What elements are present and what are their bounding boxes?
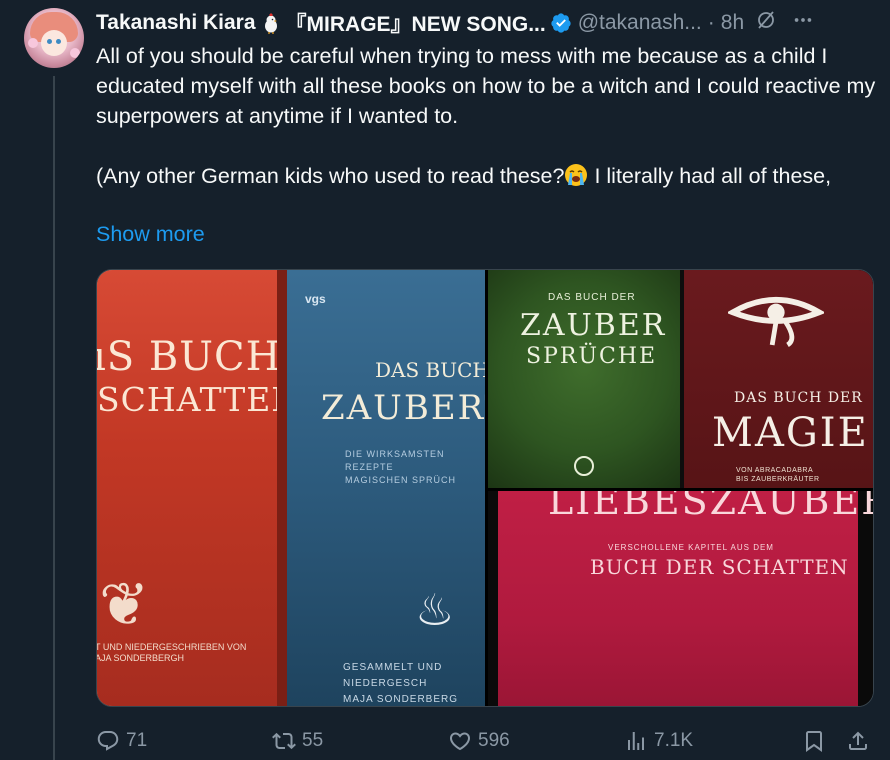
tweet-text-part: I literally had all of these, <box>588 164 832 188</box>
book-credit: T UND NIEDERGESCHRIEBEN VON AJA SONDERBE… <box>97 642 247 663</box>
book-small-title: DAS BUCH DER <box>548 292 636 303</box>
book-subtitle: VERSCHOLLENE KAPITEL AUS DEM <box>608 543 774 552</box>
media-grid[interactable]: ıS BUCH SCHATTEN ❦ T UND NIEDERGESCHRIEB… <box>96 269 874 707</box>
ornament-icon: ❦ <box>99 571 150 638</box>
book-cover-pink: LIEBESZAUBER VERSCHOLLENE KAPITEL AUS DE… <box>498 491 873 706</box>
tweet-text: All of you should be careful when trying… <box>96 41 876 191</box>
reply-icon <box>97 731 119 751</box>
book-subtitle: DIE WIRKSAMSTEN REZEPTE MAGISCHEN SPRÜCH <box>345 449 457 485</box>
grok-icon[interactable] <box>754 8 778 38</box>
like-button[interactable]: 596 <box>448 729 510 753</box>
tweet-paragraph: All of you should be careful when trying… <box>96 44 876 128</box>
tweet-header: Takanashi Kiara 『MIRAGE』NEW SONG... @tak… <box>96 8 880 38</box>
avatar-eye <box>47 39 52 44</box>
avatar-flower <box>28 38 38 48</box>
views-count: 7.1K <box>654 730 694 751</box>
book-cover-blue: vgs DAS BUCH DER ZAUBERTRÄ DIE WIRKSAMST… <box>287 270 485 706</box>
book-title: LIEBESZAUBER <box>548 491 874 523</box>
reply-count: 71 <box>126 730 148 751</box>
display-name-suffix[interactable]: 『MIRAGE』NEW SONG... <box>286 8 546 38</box>
chalice-flame-icon: ♨ <box>415 586 455 635</box>
reply-button[interactable]: 71 <box>96 729 147 753</box>
thread-line <box>53 76 55 760</box>
book-title-line: SPRÜCHE <box>526 344 658 369</box>
share-icon <box>849 731 867 750</box>
avatar-flower <box>70 48 80 58</box>
eye-of-horus-icon <box>726 290 826 363</box>
book-title-line: DAS BUCH DER <box>375 358 485 382</box>
media-image-2[interactable]: DAS BUCH DER ZAUBER SPRÜCHE DAS BUCH DER… <box>488 270 873 488</box>
publisher-logo: vgs <box>305 292 326 306</box>
repost-button[interactable]: 55 <box>272 729 323 753</box>
action-bar: 71 55 596 7.1K <box>96 728 874 754</box>
media-image-1[interactable]: ıS BUCH SCHATTEN ❦ T UND NIEDERGESCHRIEB… <box>97 270 485 706</box>
book-spine-edge <box>277 270 287 706</box>
loudly-crying-emoji-icon <box>564 163 588 187</box>
avatar[interactable] <box>24 8 84 68</box>
book-cover-red: ıS BUCH SCHATTEN ❦ T UND NIEDERGESCHRIEB… <box>97 270 300 706</box>
heart-icon <box>449 732 471 751</box>
tweet-paragraph: (Any other German kids who used to read … <box>96 161 876 191</box>
verified-badge-icon <box>551 13 571 33</box>
show-more-link[interactable]: Show more <box>96 222 205 247</box>
like-count: 596 <box>478 730 510 751</box>
book-credit: GESAMMELT UND NIEDERGESCH MAJA SONDERBER… <box>343 662 459 705</box>
views-button[interactable]: 7.1K <box>624 729 693 753</box>
book-title-line: ZAUBER <box>520 308 667 343</box>
media-image-3[interactable]: LIEBESZAUBER VERSCHOLLENE KAPITEL AUS DE… <box>488 491 873 706</box>
book-cover-green: DAS BUCH DER ZAUBER SPRÜCHE <box>488 270 680 488</box>
more-options-icon[interactable] <box>792 9 814 37</box>
separator-dot: · <box>707 11 715 34</box>
book-title-line: ıS BUCH <box>97 334 282 380</box>
book-small-title: DAS BUCH DER <box>734 390 863 406</box>
timestamp[interactable]: 8h <box>721 11 744 35</box>
book-subtitle: VON ABRACADABRA BIS ZAUBERKRÄUTER <box>736 467 820 483</box>
repost-count: 55 <box>302 730 324 751</box>
book-title-line: SCHATTEN <box>97 380 302 419</box>
bookmark-icon <box>806 731 822 752</box>
repost-icon <box>272 732 296 750</box>
book-title-line: BUCH DER SCHATTEN <box>590 555 849 579</box>
book-title: MAGIE <box>712 410 869 456</box>
bookmark-button[interactable] <box>802 729 826 753</box>
views-bar-chart-icon <box>628 732 644 750</box>
book-title-line: ZAUBERTRÄ <box>321 388 485 428</box>
book-cover-magie: DAS BUCH DER MAGIE VON ABRACADABRA BIS Z… <box>684 270 873 488</box>
avatar-eye <box>56 39 61 44</box>
display-name[interactable]: Takanashi Kiara <box>96 11 256 35</box>
tweet-text-part: (Any other German kids who used to read … <box>96 164 565 188</box>
chicken-emoji-icon <box>260 12 282 34</box>
share-button[interactable] <box>846 729 870 753</box>
handle[interactable]: @takanash... <box>578 11 702 35</box>
publisher-logo-icon <box>574 456 594 476</box>
avatar-face <box>41 30 67 56</box>
